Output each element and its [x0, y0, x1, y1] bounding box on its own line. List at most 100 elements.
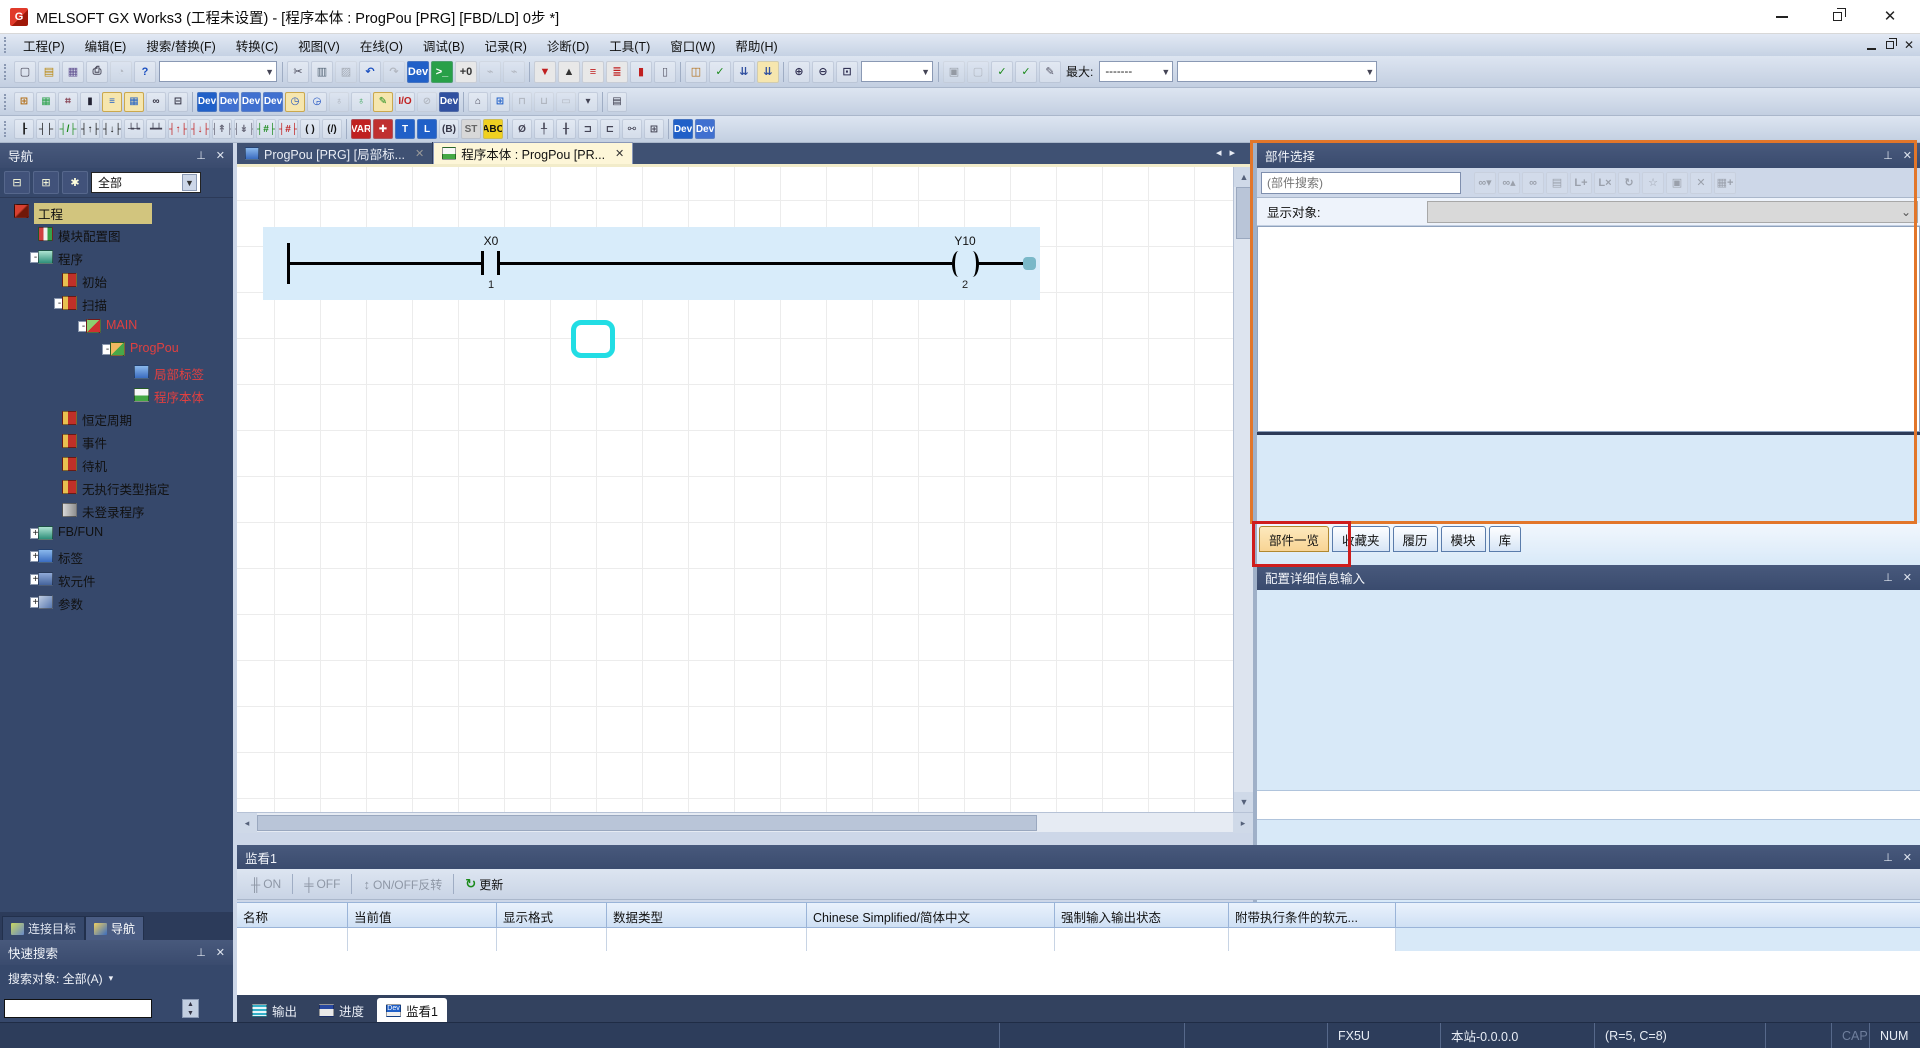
column-header-数据类型[interactable]: 数据类型 — [607, 903, 807, 927]
ladder-editor-canvas[interactable]: X0 1 Y10 2 — [237, 167, 1233, 812]
check-program-icon[interactable]: ✓ — [709, 61, 731, 83]
quick-search-spinner[interactable]: ▲▼ — [182, 999, 199, 1018]
contact-np-icon[interactable]: ┤#├ — [256, 119, 276, 139]
hw-config-icon[interactable]: ⌗ — [58, 92, 78, 112]
ladder-rail-icon[interactable]: ┠ — [14, 119, 34, 139]
device-reset-icon[interactable]: Dev — [263, 92, 283, 112]
paste-icon[interactable]: ▨ — [335, 61, 357, 83]
coil-icon[interactable]: ( ) — [300, 119, 320, 139]
menu-item-10[interactable]: 工具(T) — [599, 34, 660, 57]
tree-item-初始[interactable]: 初始 — [0, 269, 233, 292]
menu-item-4[interactable]: 转换(C) — [226, 34, 288, 57]
max-combo[interactable]: -------▼ — [1099, 61, 1173, 82]
tree-item-未登录程序[interactable]: 未登录程序 — [0, 499, 233, 522]
tree-item-FB/FUN[interactable]: +FB/FUN — [0, 522, 233, 545]
restore-button[interactable] — [1812, 0, 1864, 33]
tool-3-icon[interactable]: ▭ — [556, 92, 576, 112]
more-buttons-icon[interactable]: ▾ — [578, 92, 598, 112]
branch-close-icon[interactable]: ┷┷ — [146, 119, 166, 139]
watch-cell[interactable] — [348, 928, 497, 951]
tree-item-程序本体[interactable]: 程序本体 — [0, 384, 233, 407]
pulse-fall-b-icon[interactable]: ┤↡├ — [234, 119, 254, 139]
contact-falling-icon[interactable]: ┤↓├ — [102, 119, 122, 139]
clipboard-edit-icon[interactable]: ✎ — [1039, 61, 1061, 83]
link-grid-icon[interactable]: ⊞ — [644, 119, 664, 139]
project-tree-icon[interactable]: ⊞ — [14, 92, 34, 112]
wire-draw-icon[interactable]: ╀ — [534, 119, 554, 139]
offline-icon[interactable]: ⊘ — [417, 92, 437, 112]
tree-item-模块配置图[interactable]: 模块配置图 — [0, 223, 233, 246]
tree-item-软元件[interactable]: +软元件 — [0, 568, 233, 591]
contact-label[interactable]: X0 — [469, 234, 513, 248]
online-change-icon[interactable]: ◫ — [685, 61, 707, 83]
null-wire-icon[interactable]: Ø — [512, 119, 532, 139]
watch-clock-icon[interactable]: ◷ — [285, 92, 305, 112]
build-icon[interactable]: ⇊ — [733, 61, 755, 83]
close-tab-icon[interactable]: ✕ — [615, 147, 624, 160]
link-pair-icon[interactable]: ⚯ — [622, 119, 642, 139]
disconnect-icon[interactable]: ⌁ — [503, 61, 525, 83]
watch-cell[interactable] — [1055, 928, 1229, 951]
grid-view-icon[interactable]: ▦ — [124, 92, 144, 112]
tree-item-扫描[interactable]: -扫描 — [0, 292, 233, 315]
horizontal-scrollbar[interactable]: ◂ ▸ — [237, 812, 1253, 832]
menu-item-5[interactable]: 视图(V) — [288, 34, 350, 57]
menu-item-2[interactable]: 编辑(E) — [75, 34, 137, 57]
watch-toggle-button[interactable]: ↕ON/OFF反转 — [355, 876, 450, 893]
menu-item-7[interactable]: 调试(B) — [413, 34, 475, 57]
tree-item-待机[interactable]: 待机 — [0, 453, 233, 476]
verify-plc-icon[interactable]: ≡ — [582, 61, 604, 83]
device-test-icon[interactable]: >_ — [431, 61, 453, 83]
device-comment-icon[interactable]: Dev — [197, 92, 217, 112]
paren-b-icon[interactable]: (B) — [439, 119, 459, 139]
menu-item-9[interactable]: 诊断(D) — [537, 34, 599, 57]
pulse-rising-icon[interactable]: ┤↑├ — [168, 119, 188, 139]
close-icon[interactable]: ✕ — [1903, 851, 1912, 864]
var-icon[interactable]: VAR — [351, 119, 371, 139]
watch-table-row[interactable] — [237, 928, 1396, 951]
tab-scroll-left-icon[interactable]: ◂ — [1216, 146, 1222, 159]
connector-out-icon[interactable]: ⊏ — [600, 119, 620, 139]
contact-pn-icon[interactable]: ┤#├ — [278, 119, 298, 139]
column-header-强制输入输出状态[interactable]: 强制输入输出状态 — [1055, 903, 1229, 927]
memo-display-icon[interactable]: ▤ — [607, 92, 627, 112]
watch-cell[interactable] — [807, 928, 1055, 951]
rebuild-all-icon[interactable]: ⇊ — [757, 61, 779, 83]
minimize-button[interactable] — [1756, 0, 1808, 33]
column-header-附带执行条件的软元...[interactable]: 附带执行条件的软元... — [1229, 903, 1396, 927]
editor-tab-2[interactable]: 程序本体 : ProgPou [PR...✕ — [433, 142, 633, 164]
tree-item-无执行类型指定[interactable]: 无执行类型指定 — [0, 476, 233, 499]
nav-tab-导航[interactable]: 导航 — [85, 916, 144, 940]
parts-tab-库[interactable]: 库 — [1489, 526, 1522, 552]
network-1-icon[interactable]: ♁ — [329, 92, 349, 112]
branch-open-icon[interactable]: ┶┶ — [124, 119, 144, 139]
watch-cell[interactable] — [1229, 928, 1396, 951]
check-1-icon[interactable]: ✓ — [991, 61, 1013, 83]
tree-collapse-icon[interactable]: ⊟ — [4, 171, 30, 194]
watch-on-button[interactable]: ╫ON — [243, 877, 289, 892]
mdi-restore-button[interactable] — [1886, 41, 1894, 49]
parts-tab-模块[interactable]: 模块 — [1441, 526, 1486, 552]
tool-2-icon[interactable]: ⊔ — [534, 92, 554, 112]
close-icon[interactable]: ✕ — [216, 946, 225, 959]
comment-abc-icon[interactable]: ABC — [483, 119, 503, 139]
zoom-combo[interactable]: ▼ — [861, 61, 933, 82]
parts-tab-履历[interactable]: 履历 — [1393, 526, 1438, 552]
navigation-filter-combo[interactable]: 全部 ▼ — [91, 172, 201, 193]
zoom-fit-icon[interactable]: ⊡ — [836, 61, 858, 83]
print-icon[interactable]: ⎙ — [86, 61, 108, 83]
menu-item-3[interactable]: 搜索/替换(F) — [136, 34, 225, 57]
doc-tab-输出[interactable]: 输出 — [243, 998, 306, 1022]
horizontal-scroll-thumb[interactable] — [257, 815, 1037, 831]
watch-stop-icon[interactable]: ▢ — [967, 61, 989, 83]
save-project-icon[interactable]: ▦ — [62, 61, 84, 83]
undo-icon[interactable]: ↶ — [359, 61, 381, 83]
find-window-icon[interactable]: ⊟ — [168, 92, 188, 112]
menu-item-6[interactable]: 在线(O) — [350, 34, 413, 57]
device-combo[interactable]: ▼ — [1177, 61, 1377, 82]
open-project-icon[interactable]: ▤ — [38, 61, 60, 83]
contact-close-icon[interactable]: ┤/├ — [58, 119, 78, 139]
new-project-icon[interactable]: ▢ — [14, 61, 36, 83]
tree-item-ProgPou[interactable]: -ProgPou — [0, 338, 233, 361]
contact-open-icon[interactable]: ┤├ — [36, 119, 56, 139]
